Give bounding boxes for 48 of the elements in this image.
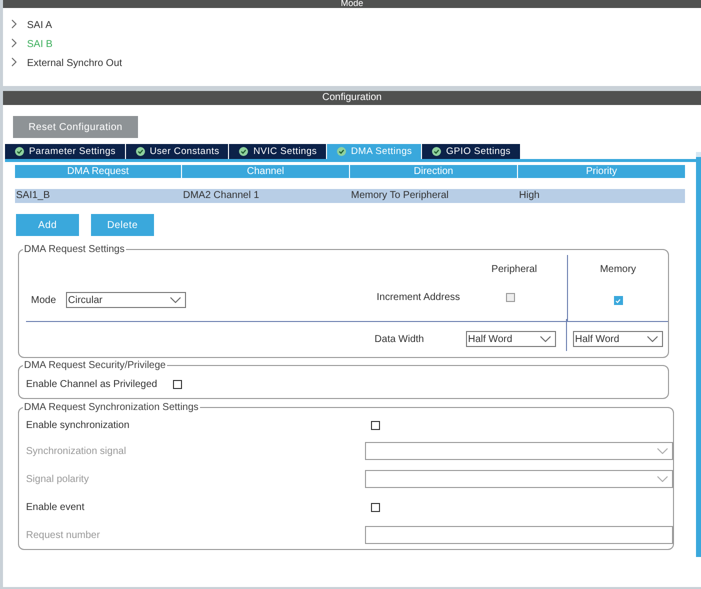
table-cell: High (518, 189, 685, 203)
scrollbar[interactable] (696, 152, 701, 557)
dropdown[interactable] (365, 470, 673, 488)
field-label: Data Width (374, 334, 424, 344)
chevron-down-icon (540, 336, 551, 342)
field-label: Enable event (26, 502, 86, 512)
field-label: Enable synchronization (26, 420, 130, 430)
chevron-down-icon (657, 448, 668, 454)
chevron-down-icon (170, 297, 182, 303)
column-header: DMA Request (15, 165, 181, 178)
field-label: Increment Address (376, 292, 460, 303)
tree-item[interactable]: SAI A (3, 16, 701, 35)
column-header: Channel (182, 165, 349, 178)
tree-item[interactable]: External Synchro Out (3, 54, 701, 73)
check-circle-icon (15, 147, 24, 156)
group-title: DMA Request Synchronization Settings (23, 402, 200, 413)
check-circle-icon (432, 147, 442, 156)
checkbox[interactable] (506, 293, 515, 302)
field-label: Synchronization signal (26, 446, 128, 456)
data-width-dropdown[interactable]: Half Word (573, 331, 663, 347)
check-circle-icon (336, 147, 346, 156)
field-label: Enable Channel as Privileged (26, 379, 158, 390)
column-header: Peripheral (491, 264, 537, 275)
section-header: Configuration (3, 91, 701, 105)
data-width-dropdown[interactable]: Half Word (466, 331, 556, 347)
group-title: DMA Request Security/Privilege (23, 360, 167, 371)
check-circle-icon (239, 147, 248, 156)
tab[interactable]: Parameter Settings (5, 144, 125, 159)
field-label: Request number (26, 530, 101, 540)
chevron-down-icon (657, 476, 668, 482)
field-label: Signal polarity (26, 474, 90, 484)
input-field[interactable] (365, 526, 673, 544)
dropdown[interactable] (365, 442, 673, 460)
check-circle-icon (136, 147, 145, 156)
checkbox[interactable] (614, 296, 622, 305)
chevron-down-icon (647, 336, 658, 342)
checkbox[interactable] (371, 502, 380, 512)
column-header: Direction (350, 165, 517, 178)
tab[interactable]: NVIC Settings (229, 144, 326, 159)
column-header: Priority (518, 165, 685, 178)
tab[interactable]: User Constants (126, 144, 228, 159)
checkbox[interactable] (173, 380, 182, 389)
checkbox[interactable] (371, 420, 380, 430)
group-title: DMA Request Settings (23, 244, 126, 255)
mode-dropdown[interactable]: Circular (66, 292, 186, 308)
tab[interactable]: GPIO Settings (422, 144, 520, 159)
field-label: Mode (31, 294, 56, 306)
column-header: Memory (600, 264, 636, 275)
